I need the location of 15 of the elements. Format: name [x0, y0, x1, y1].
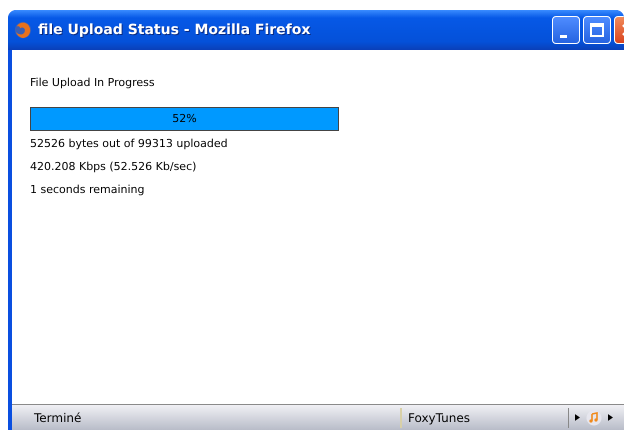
progress-label: 52%	[171, 112, 198, 125]
addon-label[interactable]: FoxyTunes	[400, 408, 568, 428]
minimize-icon	[560, 34, 566, 38]
detail-text: 420.208 Kbps (52.526 Kb/sec)	[30, 160, 198, 175]
maximize-icon	[587, 20, 607, 40]
minimize-button[interactable]	[552, 16, 580, 44]
play-icon[interactable]	[575, 414, 580, 421]
window-title: file Upload Status - Mozilla Firefox	[38, 22, 312, 38]
status-heading: File Upload In Progress	[30, 76, 156, 89]
next-icon[interactable]	[608, 414, 613, 421]
status-text: Terminé	[33, 410, 82, 424]
detail-text: 1 seconds remaining	[30, 183, 146, 198]
fox-globe-icon	[14, 21, 32, 39]
maximize-button[interactable]	[583, 16, 611, 44]
detail-text: 52526 bytes out of 99313 uploaded	[30, 137, 229, 152]
